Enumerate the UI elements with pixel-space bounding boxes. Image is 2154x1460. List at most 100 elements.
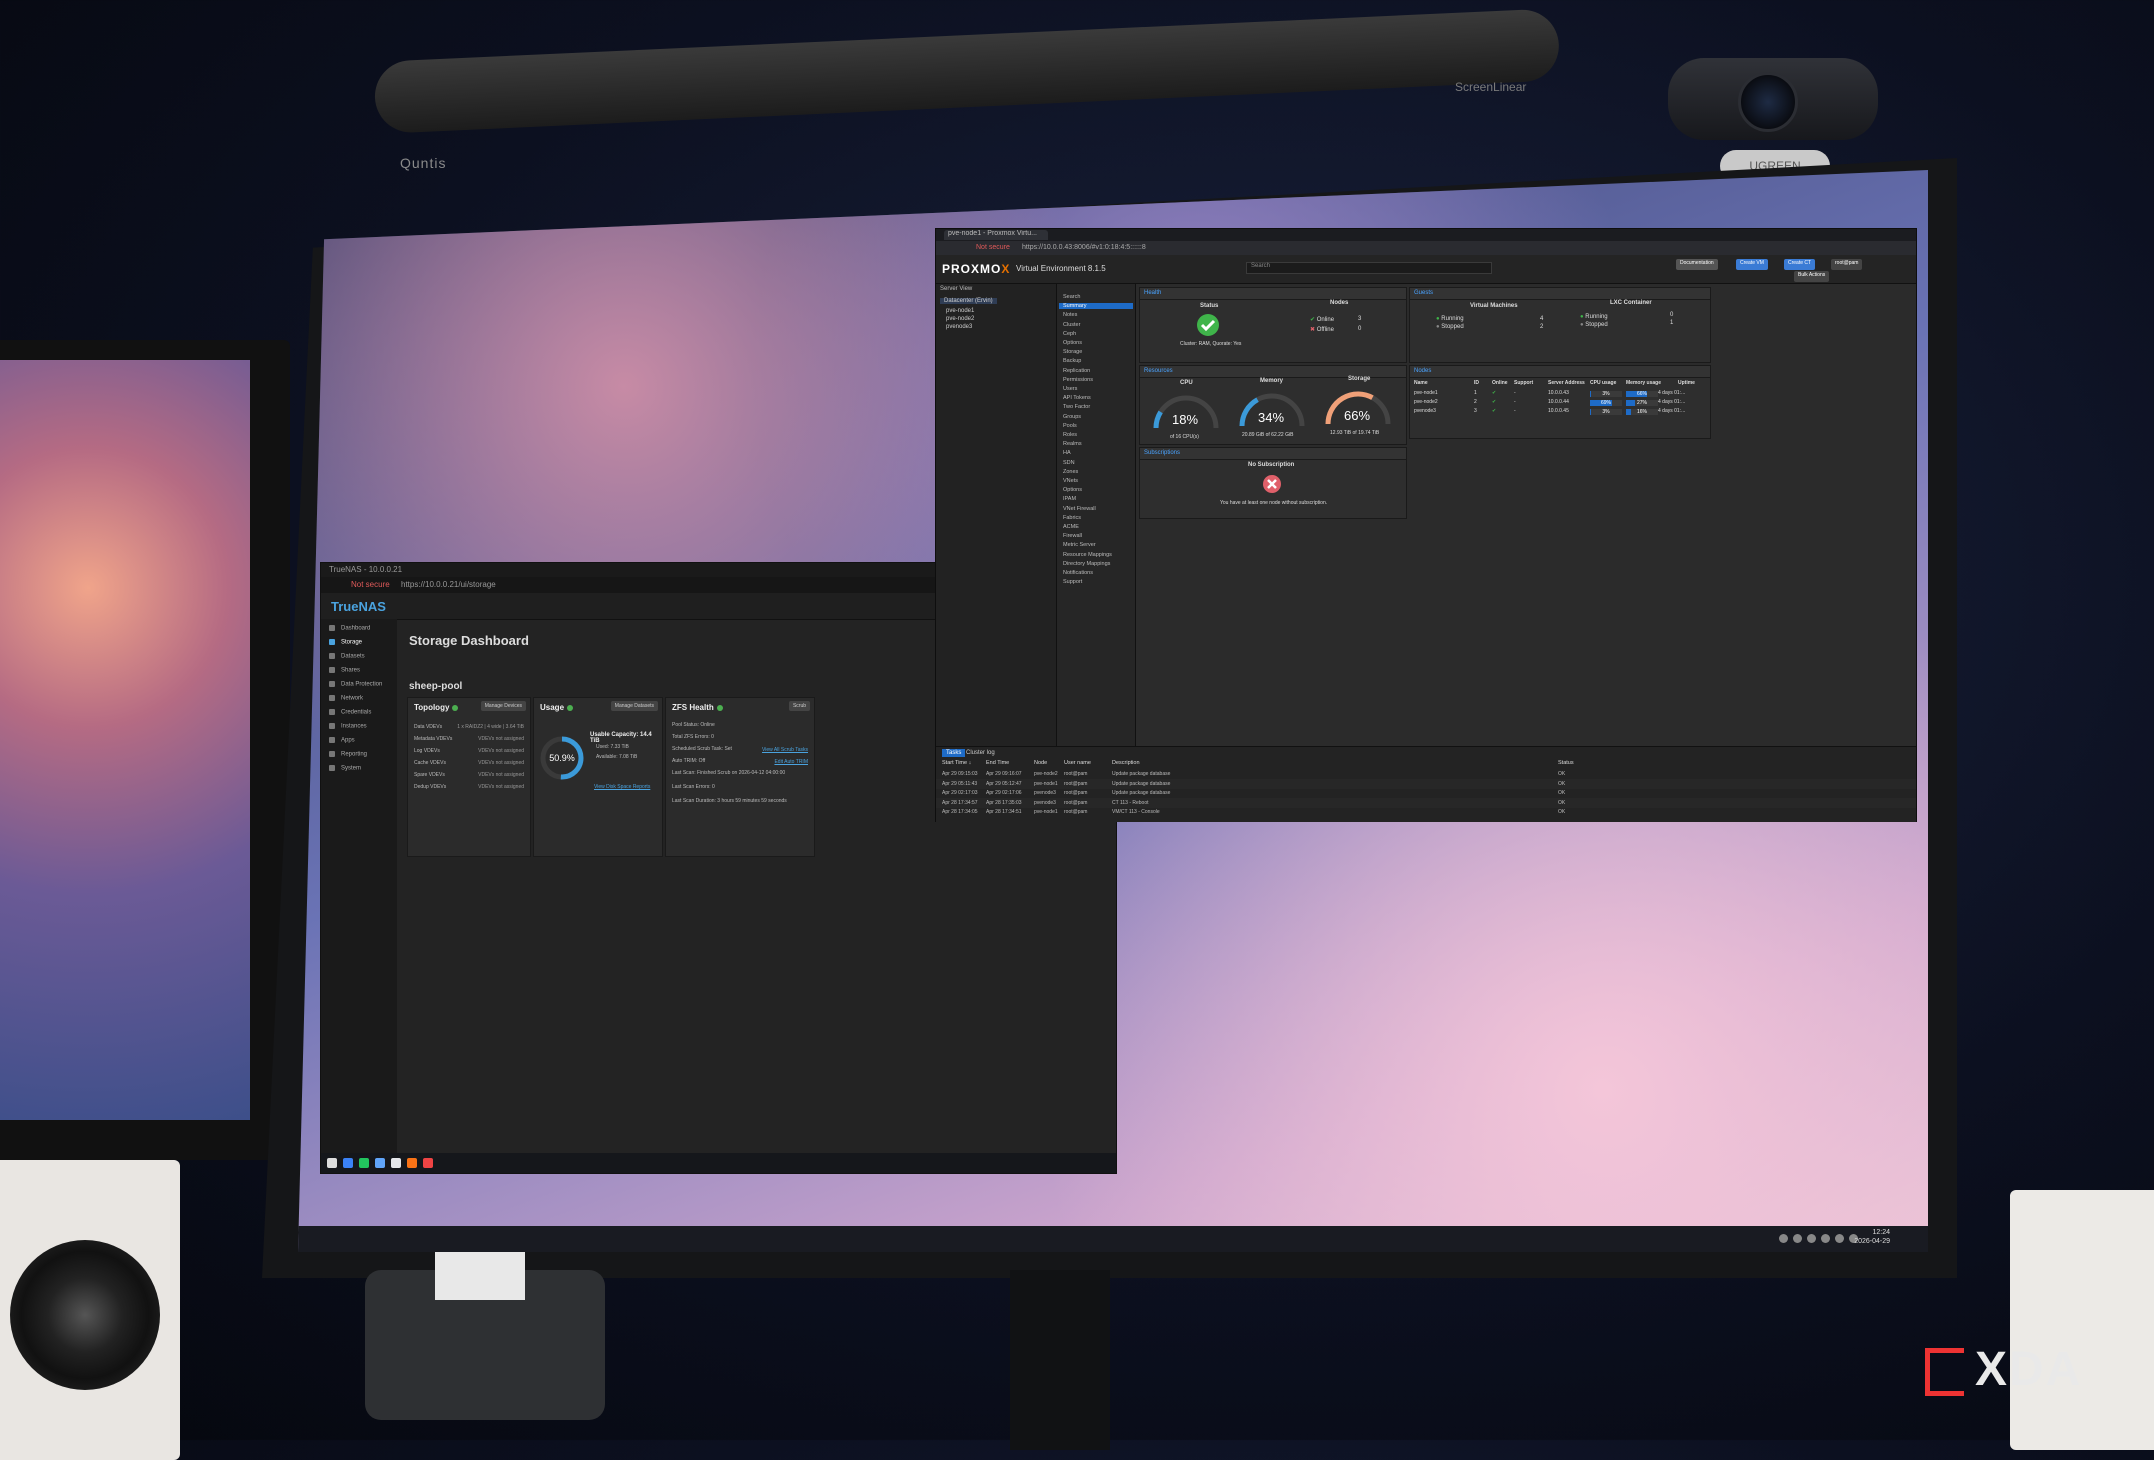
col-user[interactable]: User name (1064, 760, 1091, 766)
col-node[interactable]: Node (1034, 760, 1047, 766)
disk-space-reports-link[interactable]: View Disk Space Reports (594, 784, 650, 790)
nodes-col-header[interactable]: Uptime (1678, 380, 1695, 386)
search-input[interactable]: Search (1246, 262, 1492, 274)
menu-item-replication[interactable]: Replication (1063, 368, 1090, 374)
documentation-button[interactable]: Documentation (1676, 259, 1718, 270)
nodes-col-header[interactable]: CPU usage (1590, 380, 1616, 386)
manage-datasets-button[interactable]: Manage Datasets (610, 701, 658, 711)
col-start-time[interactable]: Start Time ↓ (942, 760, 971, 766)
menu-item-realms[interactable]: Realms (1063, 441, 1082, 447)
nav-dashboard[interactable]: Dashboard (329, 625, 370, 632)
menu-item-two-factor[interactable]: Two Factor (1063, 404, 1090, 410)
nodes-col-header[interactable]: Memory usage (1626, 380, 1661, 386)
menu-item-cluster[interactable]: Cluster (1063, 322, 1080, 328)
col-description[interactable]: Description (1112, 760, 1140, 766)
tree-node-pvenode3[interactable]: pvenode3 (946, 324, 972, 330)
terminal-icon[interactable] (391, 1158, 401, 1168)
nodes-col-header[interactable]: Support (1514, 380, 1533, 386)
menu-item-vnets[interactable]: VNets (1063, 478, 1078, 484)
tree-node-pve-node2[interactable]: pve-node2 (946, 316, 974, 322)
nodes-col-header[interactable]: Server Address (1548, 380, 1585, 386)
bulk-actions-button[interactable]: Bulk Actions (1794, 271, 1830, 282)
proxmox-address-bar[interactable]: Not secure https://10.0.0.43:8006/#v1:0:… (936, 241, 1916, 255)
truenas-logo[interactable]: TrueNAS (331, 599, 386, 614)
table-row[interactable]: Apr 28 17:34:57 Apr 28 17:35:03 pvenode3 ro… (936, 797, 1916, 808)
nav-network[interactable]: Network (329, 695, 363, 702)
nav-storage[interactable]: Storage (329, 639, 362, 646)
table-row[interactable]: Apr 28 17:34:05 Apr 28 17:34:51 pve-node1 r… (936, 807, 1916, 817)
nodes-col-header[interactable]: ID (1474, 380, 1479, 386)
volume-icon[interactable] (1807, 1234, 1816, 1243)
menu-item-ipam[interactable]: IPAM (1063, 496, 1076, 502)
settings-icon[interactable] (375, 1158, 385, 1168)
files-icon[interactable] (343, 1158, 353, 1168)
menu-item-notifications[interactable]: Notifications (1063, 570, 1093, 576)
menu-item-directory-mappings[interactable]: Directory Mappings (1063, 561, 1110, 567)
menu-item-options[interactable]: Options (1063, 340, 1082, 346)
nav-data-protection[interactable]: Data Protection (329, 681, 382, 688)
col-end-time[interactable]: End Time (986, 760, 1009, 766)
nodes-col-header[interactable]: Name (1414, 380, 1428, 386)
menu-item-resource-mappings[interactable]: Resource Mappings (1063, 552, 1112, 558)
system-clock[interactable]: 12:24 2026-04-29 (1854, 1228, 1890, 1246)
battery-icon[interactable] (1835, 1234, 1844, 1243)
network-icon[interactable] (1779, 1234, 1788, 1243)
clipboard-icon[interactable] (1821, 1234, 1830, 1243)
scrub-button[interactable]: Scrub (788, 701, 810, 711)
menu-item-vnet-firewall[interactable]: VNet Firewall (1063, 506, 1096, 512)
nav-system[interactable]: System (329, 765, 361, 772)
menu-item-storage[interactable]: Storage (1063, 349, 1082, 355)
tree-datacenter[interactable]: Datacenter (Ervin) (940, 298, 997, 304)
bluetooth-icon[interactable] (1793, 1234, 1802, 1243)
manage-devices-button[interactable]: Manage Devices (480, 701, 526, 711)
nav-datasets[interactable]: Datasets (329, 653, 365, 660)
store-icon[interactable] (359, 1158, 369, 1168)
nav-apps[interactable]: Apps (329, 737, 355, 744)
menu-item-search[interactable]: Search (1063, 294, 1080, 300)
menu-item-sdn[interactable]: SDN (1063, 460, 1075, 466)
user-menu-button[interactable]: root@pam (1831, 259, 1863, 270)
table-row[interactable]: Apr 29 09:15:03 Apr 29 09:16:07 pve-node2 r… (936, 769, 1916, 779)
menu-item-summary[interactable]: Summary (1059, 303, 1133, 310)
menu-item-zones[interactable]: Zones (1063, 469, 1078, 475)
menu-item-groups[interactable]: Groups (1063, 414, 1081, 420)
nav-credentials[interactable]: Credentials (329, 709, 371, 716)
truenas-url[interactable]: https://10.0.0.21/ui/storage (401, 580, 496, 589)
proxmox-logo[interactable]: PROXMOX (942, 262, 1010, 276)
menu-item-fabrics[interactable]: Fabrics (1063, 515, 1081, 521)
nodes-col-header[interactable]: Online (1492, 380, 1508, 386)
browser-icon[interactable] (407, 1158, 417, 1168)
menu-item-acme[interactable]: ACME (1063, 524, 1079, 530)
nav-shares[interactable]: Shares (329, 667, 360, 674)
edit-auto-trim-link[interactable]: Edit Auto TRIM (774, 759, 808, 765)
menu-item-api-tokens[interactable]: API Tokens (1063, 395, 1091, 401)
menu-item-firewall[interactable]: Firewall (1063, 533, 1082, 539)
tree-node-pve-node1[interactable]: pve-node1 (946, 308, 974, 314)
truenas-tab-title[interactable]: TrueNAS - 10.0.0.21 (329, 565, 402, 574)
create-ct-button[interactable]: Create CT (1784, 259, 1816, 270)
menu-item-ha[interactable]: HA (1063, 450, 1071, 456)
menu-item-backup[interactable]: Backup (1063, 358, 1081, 364)
table-row[interactable]: Apr 29 02:17:03 Apr 29 02:17:06 pvenode3 ro… (936, 788, 1916, 798)
create-vm-button[interactable]: Create VM (1736, 259, 1768, 270)
menu-item-metric-server[interactable]: Metric Server (1063, 542, 1096, 548)
tab-cluster-log[interactable]: Cluster log (962, 749, 999, 757)
table-row[interactable]: Apr 29 05:11:43 Apr 29 05:12:47 pve-node1 r… (936, 778, 1916, 789)
nav-reporting[interactable]: Reporting (329, 751, 367, 758)
nav-instances[interactable]: Instances (329, 723, 367, 730)
menu-item-ceph[interactable]: Ceph (1063, 331, 1076, 337)
view-scrub-tasks-link[interactable]: View All Scrub Tasks (762, 747, 808, 753)
menu-item-pools[interactable]: Pools (1063, 423, 1077, 429)
menu-item-users[interactable]: Users (1063, 386, 1077, 392)
start-menu-icon[interactable] (327, 1158, 337, 1168)
menu-item-notes[interactable]: Notes (1063, 312, 1077, 318)
server-view-selector[interactable]: Server View (940, 286, 972, 292)
menu-item-support[interactable]: Support (1063, 579, 1082, 585)
col-status[interactable]: Status (1558, 760, 1574, 766)
menu-item-options[interactable]: Options (1063, 487, 1082, 493)
menu-item-permissions[interactable]: Permissions (1063, 377, 1093, 383)
menu-item-roles[interactable]: Roles (1063, 432, 1077, 438)
proxmox-tab[interactable]: pve-node1 - Proxmox Virtu... (944, 230, 1048, 240)
proxmox-url[interactable]: https://10.0.0.43:8006/#v1:0:18:4:5:::::… (1022, 244, 1146, 251)
chrome-icon[interactable] (423, 1158, 433, 1168)
